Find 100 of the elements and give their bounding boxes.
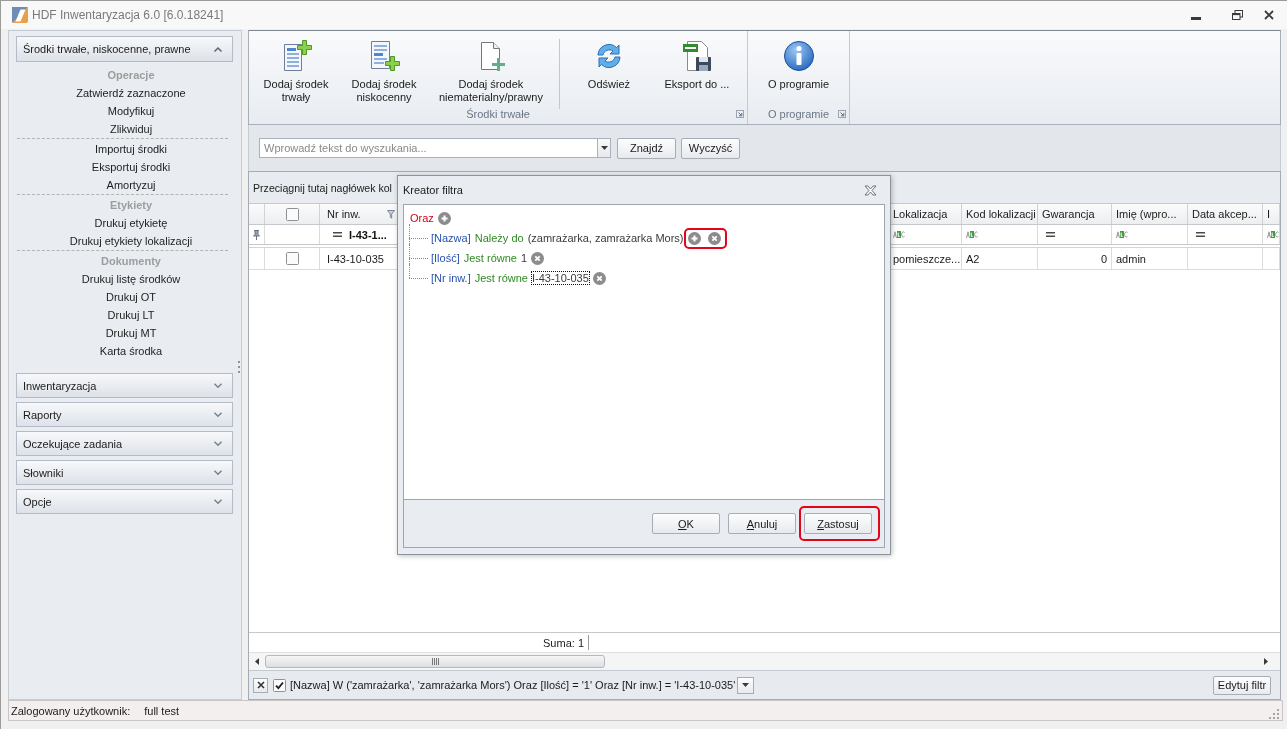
table-cell: A2: [962, 248, 1038, 269]
scroll-thumb[interactable]: [265, 655, 605, 668]
ribbon-button[interactable]: Dodaj środek niematerialny/prawny: [433, 31, 549, 106]
table-cell: 0: [1038, 248, 1112, 269]
accordion-header[interactable]: Inwentaryzacja: [16, 373, 233, 398]
close-icon: [256, 681, 265, 689]
column-header[interactable]: Data akcep...: [1188, 204, 1263, 224]
abc-icon: [1116, 231, 1128, 238]
edit-filter-button[interactable]: Edytuj filtr: [1213, 675, 1271, 695]
scroll-left-icon[interactable]: [255, 658, 259, 665]
table-cell: admin: [1112, 248, 1188, 269]
corner-arrow-icon[interactable]: [838, 110, 846, 118]
column-header[interactable]: Lokalizacja: [889, 204, 962, 224]
ribbon-group-label: O programie: [767, 108, 830, 120]
column-header[interactable]: Nr inw.: [320, 204, 400, 224]
document-floppy-icon: [680, 40, 713, 72]
info-icon: [782, 40, 815, 72]
sidebar-link[interactable]: Zlikwiduj: [109, 120, 153, 138]
group-panel-hint: Przeciągnij tutaj nagłówek kol: [253, 181, 392, 194]
user-name: full test: [144, 704, 180, 717]
remove-circle-icon[interactable]: [707, 231, 721, 245]
abc-icon: [966, 231, 978, 238]
search-field[interactable]: Wprowadź tekst do wyszukania...: [259, 138, 597, 158]
equals-icon: [1196, 232, 1205, 237]
filter-field-name[interactable]: [Nr inw.]: [431, 272, 471, 284]
sidebar-link[interactable]: Drukuj etykietę: [94, 214, 168, 232]
sidebar-link[interactable]: Drukuj OT: [105, 288, 157, 306]
equals-icon: [1046, 232, 1055, 237]
sidebar-link[interactable]: Amortyzuj: [106, 176, 156, 194]
close-icon[interactable]: [864, 184, 877, 196]
chevron-up-icon: [214, 46, 222, 52]
document-lines-plus-icon: [368, 40, 400, 72]
filter-value[interactable]: (zamrażarka, zamrażarka Mors): [527, 232, 684, 244]
filter-field-name[interactable]: [Nazwa]: [431, 232, 471, 244]
accordion-header[interactable]: Raporty: [16, 402, 233, 427]
ribbon-button[interactable]: Dodaj środek trwały: [257, 31, 335, 106]
dialog-button[interactable]: OK: [652, 513, 720, 534]
abc-icon: [893, 231, 905, 238]
add-circle-icon[interactable]: [687, 231, 701, 245]
filter-operator[interactable]: Jest równe: [463, 252, 517, 264]
ribbon-button[interactable]: Odśwież: [569, 31, 648, 106]
sidebar-link[interactable]: Importuj środki: [94, 140, 168, 158]
dropdown-button[interactable]: [737, 676, 755, 694]
dialog-button[interactable]: Zastosuj: [804, 513, 872, 534]
sidebar-link[interactable]: Drukuj listę środków: [81, 270, 181, 288]
filter-expression[interactable]: [Nazwa] W ('zamrażarka', 'zamrażarka Mors') Oraz [Ilość] = '1' Oraz [Nr inw.] = 'I-43-10-035': [290, 679, 736, 691]
sidebar-link[interactable]: Eksportuj środki: [91, 158, 171, 176]
accordion-header[interactable]: Oczekujące zadania: [16, 431, 233, 456]
accordion-header[interactable]: Słowniki: [16, 460, 233, 485]
section-heading: Operacje: [107, 68, 155, 83]
pin-icon: [253, 229, 260, 240]
accordion-header[interactable]: Opcje: [16, 489, 233, 514]
search-button[interactable]: Znajdź: [617, 137, 676, 159]
column-header[interactable]: I: [1263, 204, 1280, 224]
sidebar-link[interactable]: Drukuj MT: [105, 324, 157, 342]
checkbox[interactable]: [273, 678, 286, 692]
column-header[interactable]: Imię (wpro...: [1112, 204, 1188, 224]
filter-field-name[interactable]: [Ilość]: [431, 252, 460, 264]
ribbon-button[interactable]: Eksport do ...: [657, 31, 736, 106]
ribbon-button[interactable]: Dodaj środek niskocenny: [345, 31, 423, 106]
sidebar-link[interactable]: Karta środka: [99, 342, 163, 360]
checkbox[interactable]: [285, 252, 299, 265]
filter-value[interactable]: I-43-10-035: [531, 272, 589, 284]
horizontal-scrollbar[interactable]: [249, 652, 1280, 670]
accordion-header[interactable]: Środki trwałe, niskocenne, prawne: [16, 36, 233, 62]
caret-down-icon: [600, 146, 608, 150]
close-icon[interactable]: [1264, 10, 1274, 20]
dropdown-button[interactable]: [597, 138, 611, 158]
summary-text: Suma: 1: [543, 636, 584, 649]
clear-filter-button[interactable]: [253, 677, 268, 693]
sidebar-link[interactable]: Drukuj etykiety lokalizacji: [69, 232, 193, 250]
dialog-button[interactable]: Anuluj: [728, 513, 796, 534]
remove-circle-icon[interactable]: [531, 251, 545, 265]
section-heading: Dokumenty: [101, 254, 161, 269]
column-header[interactable]: Kod lokalizacji: [962, 204, 1038, 224]
checkbox[interactable]: [285, 207, 299, 221]
sidebar-link[interactable]: Zatwierdź zaznaczone: [76, 84, 186, 102]
restore-icon[interactable]: [1232, 10, 1243, 20]
group-operator[interactable]: Oraz: [410, 212, 434, 224]
grip-lines-icon: [431, 658, 439, 665]
filter-operator[interactable]: Jest równe: [474, 272, 528, 284]
add-circle-icon[interactable]: [437, 211, 451, 225]
caret-down-icon: [742, 683, 750, 687]
ribbon-button[interactable]: O programie: [759, 31, 838, 106]
dialog-title: Kreator filtra: [403, 184, 463, 196]
chevron-down-icon: [214, 470, 222, 475]
column-header[interactable]: Gwarancja: [1038, 204, 1112, 224]
chevron-down-icon: [214, 441, 222, 446]
corner-arrow-icon[interactable]: [736, 110, 744, 118]
chevron-down-icon: [214, 412, 222, 417]
remove-circle-icon[interactable]: [592, 271, 606, 285]
sidebar-link[interactable]: Drukuj LT: [107, 306, 155, 324]
filter-funnel-icon[interactable]: [387, 209, 395, 219]
resize-grip-icon[interactable]: [1269, 708, 1279, 719]
scroll-right-icon[interactable]: [1264, 658, 1268, 665]
sidebar-link[interactable]: Modyfikuj: [107, 102, 155, 120]
section-heading: Etykiety: [109, 198, 153, 213]
search-button[interactable]: Wyczyść: [681, 137, 740, 159]
filter-operator[interactable]: Należy do: [474, 232, 524, 244]
filter-value[interactable]: 1: [520, 252, 528, 264]
